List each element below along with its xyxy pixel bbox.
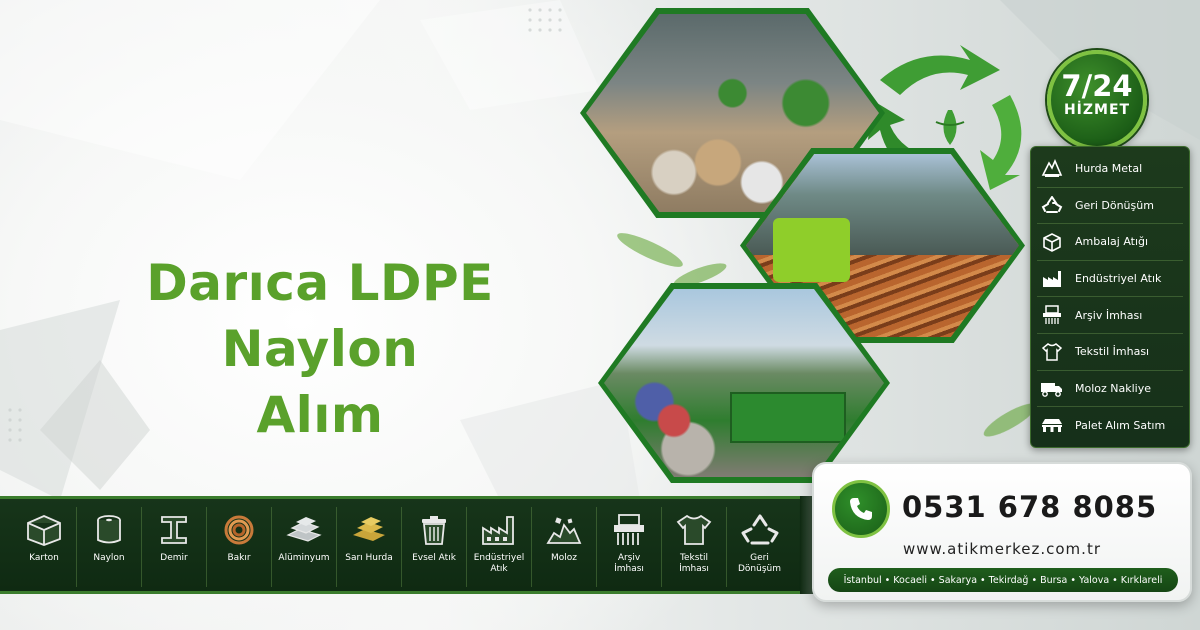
nylon-roll-icon xyxy=(87,511,131,549)
shredder-icon xyxy=(607,511,651,549)
truck-icon xyxy=(1037,376,1067,400)
category-endustriyel-atik[interactable]: Endüstriyel Atık xyxy=(467,507,532,587)
category-label: Karton xyxy=(29,553,59,563)
service-label: Palet Alım Satım xyxy=(1075,418,1166,432)
service-cities: İstanbul • Kocaeli • Sakarya • Tekirdağ … xyxy=(828,568,1178,592)
category-label: Arşiv İmhası xyxy=(614,553,644,574)
category-label: Moloz xyxy=(550,553,577,563)
service-label: Geri Dönüşüm xyxy=(1075,198,1154,212)
category-karton[interactable]: Karton xyxy=(12,507,77,587)
category-bar: Karton Naylon Demir Bakır Alüminyum Sarı… xyxy=(0,496,860,594)
copper-coil-icon xyxy=(217,511,261,549)
service-item-tekstil-imhasi[interactable]: Tekstil İmhası xyxy=(1037,334,1183,371)
recycle-icon xyxy=(738,511,782,549)
brass-bars-icon xyxy=(347,511,391,549)
category-arsiv-imhasi[interactable]: Arşiv İmhası xyxy=(597,507,662,587)
category-tekstil-imhasi[interactable]: Tekstil İmhası xyxy=(662,507,727,587)
category-label: Geri Dönüşüm xyxy=(737,553,781,574)
service-label: Hurda Metal xyxy=(1075,162,1143,176)
service-label: Moloz Nakliye xyxy=(1075,381,1152,395)
service-label: Endüstriyel Atık xyxy=(1075,272,1162,286)
headline-line-3: Alım xyxy=(256,386,384,444)
category-label: Tekstil İmhası xyxy=(679,553,709,574)
recycle-icon xyxy=(1037,193,1067,217)
trash-bin-icon xyxy=(412,511,456,549)
category-label: Sarı Hurda xyxy=(345,553,393,563)
shredder-icon xyxy=(1037,303,1067,327)
shirt-icon xyxy=(1037,340,1067,364)
category-label: Naylon xyxy=(93,553,125,563)
services-list: Hurda Metal Geri Dönüşüm Ambalaj Atığı E… xyxy=(1030,146,1190,448)
phone-icon xyxy=(850,498,872,520)
service-item-hurda-metal[interactable]: Hurda Metal xyxy=(1037,151,1183,188)
factory-icon xyxy=(1037,267,1067,291)
category-sari-hurda[interactable]: Sarı Hurda xyxy=(337,507,402,587)
shirt-icon xyxy=(672,511,716,549)
category-naylon[interactable]: Naylon xyxy=(77,507,142,587)
badge-label: HİZMET xyxy=(1063,102,1131,118)
category-label: Evsel Atık xyxy=(412,553,456,563)
photo-waste-containers xyxy=(598,283,890,483)
service-item-endustriyel-atik[interactable]: Endüstriyel Atık xyxy=(1037,261,1183,298)
iron-beam-icon xyxy=(152,511,196,549)
category-aluminyum[interactable]: Alüminyum xyxy=(272,507,337,587)
phone-button[interactable] xyxy=(832,480,890,538)
contact-card: 0531 678 8085 www.atikmerkez.com.tr İsta… xyxy=(812,462,1192,602)
service-24-7-badge: 7/24 HİZMET xyxy=(1047,50,1147,150)
aluminum-bars-icon xyxy=(282,511,326,549)
headline-line-2: Naylon xyxy=(221,320,419,378)
headline: Darıca LDPE Naylon Alım xyxy=(100,250,540,448)
badge-hours: 7/24 xyxy=(1061,69,1133,103)
scrap-metal-icon xyxy=(1037,157,1067,181)
service-item-geri-donusum[interactable]: Geri Dönüşüm xyxy=(1037,188,1183,225)
box-icon xyxy=(1037,230,1067,254)
service-label: Arşiv İmhası xyxy=(1075,308,1143,322)
category-evsel-atik[interactable]: Evsel Atık xyxy=(402,507,467,587)
category-demir[interactable]: Demir xyxy=(142,507,207,587)
pallet-icon xyxy=(1037,413,1067,437)
headline-line-1: Darıca LDPE xyxy=(146,254,494,312)
category-label: Endüstriyel Atık xyxy=(473,553,525,574)
service-label: Tekstil İmhası xyxy=(1075,345,1150,359)
cardboard-box-icon xyxy=(22,511,66,549)
service-item-arsiv-imhasi[interactable]: Arşiv İmhası xyxy=(1037,297,1183,334)
category-bakir[interactable]: Bakır xyxy=(207,507,272,587)
service-item-moloz-nakliye[interactable]: Moloz Nakliye xyxy=(1037,371,1183,408)
category-moloz[interactable]: Moloz xyxy=(532,507,597,587)
rubble-icon xyxy=(542,511,586,549)
category-label: Bakır xyxy=(227,553,251,563)
category-label: Alüminyum xyxy=(278,553,330,563)
category-label: Demir xyxy=(160,553,188,563)
phone-number[interactable]: 0531 678 8085 xyxy=(902,490,1157,524)
service-label: Ambalaj Atığı xyxy=(1075,235,1149,249)
service-item-ambalaj-atigi[interactable]: Ambalaj Atığı xyxy=(1037,224,1183,261)
factory-icon xyxy=(477,511,521,549)
category-geri-donusum[interactable]: Geri Dönüşüm xyxy=(727,507,792,587)
service-item-palet-alim-satim[interactable]: Palet Alım Satım xyxy=(1037,407,1183,444)
website-link[interactable]: www.atikmerkez.com.tr xyxy=(814,540,1190,558)
